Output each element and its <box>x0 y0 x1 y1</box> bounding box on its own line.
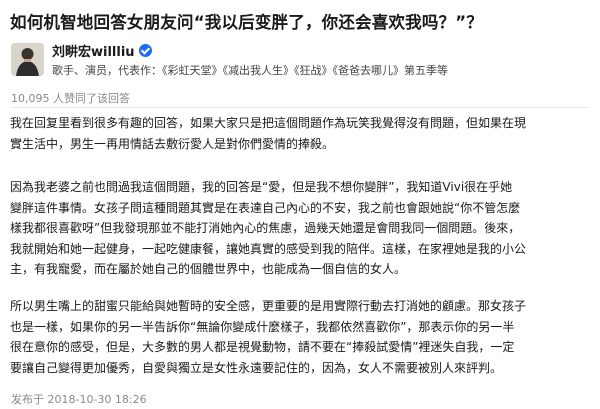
answer-paragraph-2: 因為我老婆之前也問過我這個問題，我的回答是“愛，但是我不想你變胖”，我知道Viv… <box>10 177 594 280</box>
answer-line: 要讓自己變得更加優秀，自愛與獨立是女性永遠要記住的，因為，女人不需要被別人來評判… <box>10 360 503 375</box>
answer-line: 主，有我寵愛，而在屬於她自己的個體世界中，也能成為一個自信的女人。 <box>10 262 407 276</box>
avatar[interactable] <box>11 43 44 76</box>
question-title[interactable]: 如何机智地回答女朋友问“我以后变胖了，你还会喜欢我吗？”？ <box>10 9 595 33</box>
answer-line: 我在回复里看到很多有趣的回答，如果大家只是把這個問題作為玩笑我覺得沒有問題，但如… <box>10 116 527 130</box>
answer-line: 實生活中，男生一再用情話去敷衍愛人是對你們愛情的捧殺。 <box>10 136 335 151</box>
answer-paragraph-3: 所以男生嘴上的甜蜜只能給與她暫時的安全感，更重要的是用實際行動去打消她的顧慮。那… <box>10 296 594 378</box>
answer-line: 所以男生嘴上的甜蜜只能給與她暫時的安全感，更重要的是用實際行動去打消她的顧慮。那… <box>10 299 527 313</box>
answer-line: 變胖這件事情。女孩子問這種問題其實是在表達自己內心的不安，我之前也會跟她說“你不… <box>10 200 521 215</box>
divider <box>10 107 590 108</box>
verified-badge-icon <box>138 44 152 57</box>
likes-count: 10,095 人赞同了该回答 <box>11 92 130 105</box>
zhihu-answer-card: 如何机智地回答女朋友问“我以后变胖了，你还会喜欢我吗？”？ 刘畊宏willliu… <box>0 0 600 409</box>
answer-line: 我就開始和她一起健身，一起吃健康餐，讓她真實的感受到我的陪伴。這樣，在家裡她是我… <box>10 241 527 256</box>
author-name[interactable]: 刘畊宏willliu <box>52 41 135 60</box>
publish-timestamp[interactable]: 发布于 2018-10-30 18:26 <box>11 391 147 407</box>
answer-paragraph-1: 我在回复里看到很多有趣的回答，如果大家只是把這個問題作為玩笑我覺得沒有問題，但如… <box>10 113 594 154</box>
answer-line: 因為我老婆之前也問過我這個問題，我的回答是“愛，但是我不想你變胖”，我知道Viv… <box>10 180 513 194</box>
answer-line: 很在意你的感受，但是，大多數的男人都是視覺動物，請不要在“捧殺試愛情”裡迷失自我… <box>10 340 515 354</box>
answer-line: 樣我都很喜歡呀”但我發現那並不能打消她內心的焦慮，過幾天她還是會問我同一個問題。… <box>10 221 521 235</box>
answer-line: 也是一樣，如果你的另一半告訴你“無論你變成什麼樣子，我都依然喜歡你”，那表示你的… <box>10 319 515 334</box>
author-bio: 歌手、演员，代表作：《彩虹天堂》《减出我人生》《狂战》《爸爸去哪儿》第五季等 <box>52 64 448 77</box>
avatar-image <box>11 43 44 76</box>
author-name-row: 刘畊宏willliu <box>52 41 152 60</box>
